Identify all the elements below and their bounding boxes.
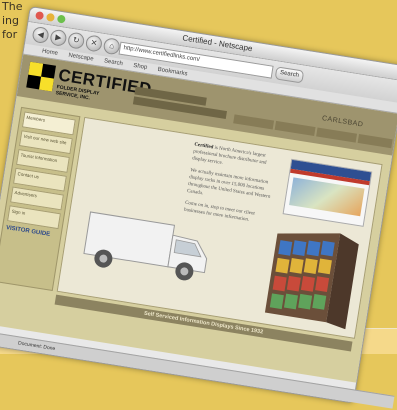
back-icon[interactable]: ◀: [31, 25, 50, 45]
nav-tab[interactable]: [357, 134, 393, 149]
bookmark-search[interactable]: Search: [104, 58, 124, 67]
brochure-rack-image: [264, 233, 359, 330]
certified-logo-icon: [26, 61, 56, 92]
forward-icon[interactable]: ▶: [49, 28, 68, 47]
browser-window-screenshot: Certified - Netscape ◀ ▶ ↻ ✕ ⌂ http://ww…: [0, 6, 397, 409]
reload-icon[interactable]: ↻: [66, 31, 86, 50]
search-button[interactable]: Search: [274, 66, 305, 84]
nav-tab[interactable]: [274, 120, 316, 137]
bookmark-shop[interactable]: Shop: [133, 63, 148, 71]
web-content: CERTIFIED FOLDER DISPLAY SERVICE, INC. C…: [0, 54, 397, 383]
stop-icon[interactable]: ✕: [84, 34, 104, 53]
bookmark-home[interactable]: Home: [42, 48, 59, 56]
nav-tab[interactable]: [233, 114, 275, 130]
